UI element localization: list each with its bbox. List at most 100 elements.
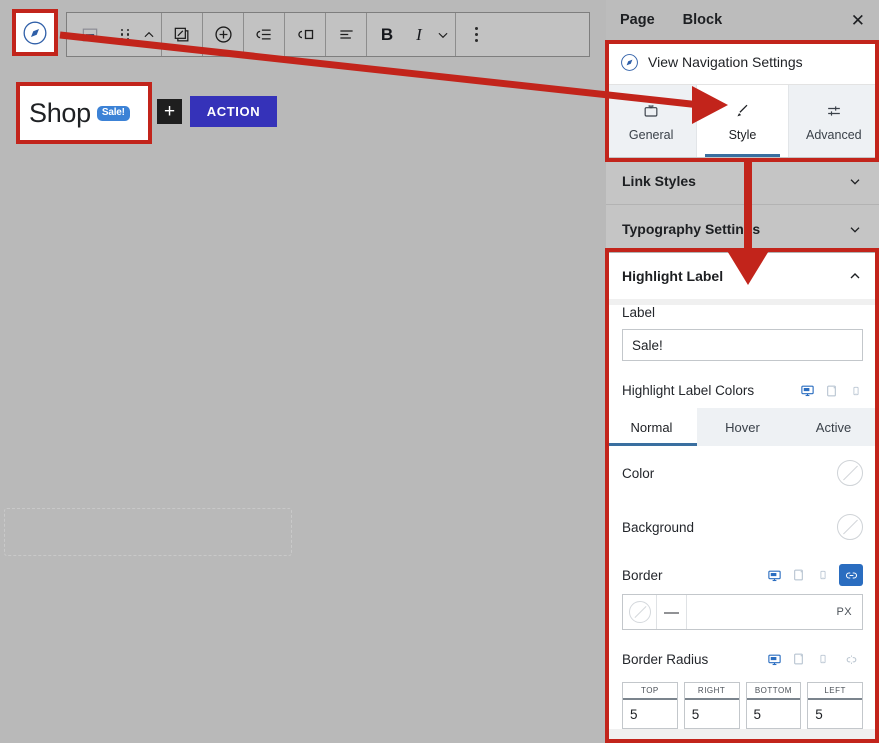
color-swatch-button[interactable] (837, 460, 863, 486)
tab-page[interactable]: Page (620, 12, 655, 28)
color-label: Color (622, 465, 655, 481)
toolbar-group-submenu (285, 13, 326, 56)
unlink-icon[interactable] (839, 648, 863, 670)
toolbar-group-add (203, 13, 244, 56)
tablet-icon[interactable] (791, 652, 806, 667)
tablet-icon[interactable] (824, 383, 839, 398)
border-radius-bottom-label: BOTTOM (746, 683, 801, 700)
tab-style[interactable]: Style (697, 85, 789, 157)
block-type-navigation-icon[interactable] (67, 13, 113, 56)
background-swatch-button[interactable] (837, 514, 863, 540)
device-switcher-colors (800, 383, 863, 398)
toolbar-group-format: B I (367, 13, 456, 56)
settings-tab-bar: General Style Advanced (606, 85, 879, 157)
border-radius-label: Border Radius (622, 651, 709, 667)
add-circle-icon[interactable] (203, 13, 243, 56)
border-color-none-icon (628, 601, 651, 623)
menu-item-shop[interactable]: Shop Sale! (16, 82, 152, 144)
move-up-icon[interactable] (137, 13, 161, 56)
accordion-highlight-label[interactable]: Highlight Label (606, 253, 879, 299)
highlight-label-colors-label: Highlight Label Colors (622, 383, 755, 398)
action-button-label: ACTION (206, 104, 261, 119)
highlight-label-badge: Sale! (96, 105, 130, 121)
submenu-icon[interactable] (285, 13, 325, 56)
border-radius-left[interactable]: LEFT 5 (807, 682, 863, 729)
border-radius-row: Border Radius (622, 648, 863, 670)
state-tab-active[interactable]: Active (788, 408, 879, 446)
border-radius-right[interactable]: RIGHT 5 (683, 682, 740, 729)
state-tab-hover[interactable]: Hover (697, 408, 788, 446)
label-input[interactable] (622, 329, 863, 361)
toolbar-group-edit (162, 13, 203, 56)
border-radius-right-value: 5 (691, 706, 700, 722)
color-row: Color (622, 446, 863, 500)
device-switcher-border-radius (767, 648, 863, 670)
border-radius-left-value: 5 (815, 706, 823, 722)
border-radius-top-value: 5 (630, 706, 638, 722)
desktop-icon[interactable] (767, 652, 782, 667)
link-icon[interactable] (839, 564, 863, 586)
drag-handle-icon[interactable] (113, 13, 137, 56)
view-navigation-settings-row[interactable]: View Navigation Settings (606, 40, 879, 85)
state-tab-normal[interactable]: Normal (606, 408, 697, 446)
state-tab-normal-label: Normal (630, 419, 673, 435)
chevron-down-icon (850, 178, 860, 185)
state-tab-hover-label: Hover (725, 419, 760, 435)
edit-overlay-icon[interactable] (162, 13, 202, 56)
border-radius-top[interactable]: TOP 5 (622, 682, 678, 729)
background-label: Background (622, 519, 695, 535)
compass-icon (23, 21, 47, 44)
tab-advanced[interactable]: Advanced (789, 85, 879, 157)
indent-list-icon[interactable] (244, 13, 284, 56)
more-options-icon[interactable] (456, 13, 496, 56)
view-navigation-settings-label: View Navigation Settings (648, 54, 803, 70)
border-radius-bottom-value: 5 (753, 706, 762, 722)
desktop-icon[interactable] (800, 383, 815, 398)
desktop-icon[interactable] (767, 568, 782, 583)
border-style-select[interactable]: — (657, 595, 687, 629)
align-icon[interactable] (326, 13, 366, 56)
accordion-link-styles[interactable]: Link Styles (606, 157, 879, 205)
border-radius-bottom[interactable]: BOTTOM 5 (745, 682, 802, 729)
border-input-group[interactable]: — PX (622, 594, 863, 630)
toolbar-group-more (456, 13, 496, 56)
device-switcher-border (767, 564, 863, 586)
accordion-typography-settings-label: Typography Settings (622, 220, 761, 237)
brush-icon (737, 104, 748, 116)
chevron-down-icon (850, 226, 860, 233)
state-tab-active-label: Active (815, 419, 852, 435)
border-radius-top-label: TOP (623, 683, 677, 700)
navigation-block-button[interactable] (12, 9, 58, 56)
tab-advanced-label: Advanced (806, 127, 862, 142)
add-circle-glyph-icon (214, 26, 232, 43)
bold-icon[interactable]: B (367, 13, 407, 56)
accordion-link-styles-label: Link Styles (622, 172, 696, 189)
border-radius-right-label: RIGHT (684, 683, 739, 700)
action-button[interactable]: ACTION (190, 96, 277, 127)
indent-list-glyph-icon (255, 29, 271, 40)
italic-icon[interactable]: I (407, 13, 431, 56)
block-toolbar[interactable]: B I (66, 12, 590, 57)
settings-sidebar: Page Block ✕ View Navigation Settings Ge… (606, 0, 879, 743)
tab-general[interactable]: General (606, 85, 698, 157)
mobile-icon[interactable] (815, 568, 830, 583)
border-color-swatch-button[interactable] (623, 595, 657, 629)
editor-canvas: B I Shop Sale! + ACTION (0, 0, 606, 743)
toolbar-group-align (326, 13, 367, 56)
accordion-typography-settings[interactable]: Typography Settings (606, 205, 879, 253)
sidebar-header: Page Block ✕ (606, 0, 879, 40)
mobile-icon[interactable] (815, 652, 830, 667)
tab-general-label: General (628, 127, 674, 142)
tablet-icon[interactable] (791, 568, 806, 583)
tab-style-label: Style (728, 127, 757, 142)
italic-label: I (416, 25, 422, 44)
chevron-down-glyph-icon (438, 32, 448, 38)
submenu-glyph-icon (297, 29, 313, 40)
chevron-down-icon[interactable] (431, 13, 455, 56)
mobile-icon[interactable] (848, 383, 863, 398)
tab-block[interactable]: Block (683, 12, 723, 28)
close-icon[interactable]: ✕ (851, 12, 865, 29)
accordion-highlight-label-label: Highlight Label (622, 268, 724, 284)
add-menu-item-button[interactable]: + (157, 99, 182, 124)
color-state-tabs: Normal Hover Active (606, 408, 879, 446)
